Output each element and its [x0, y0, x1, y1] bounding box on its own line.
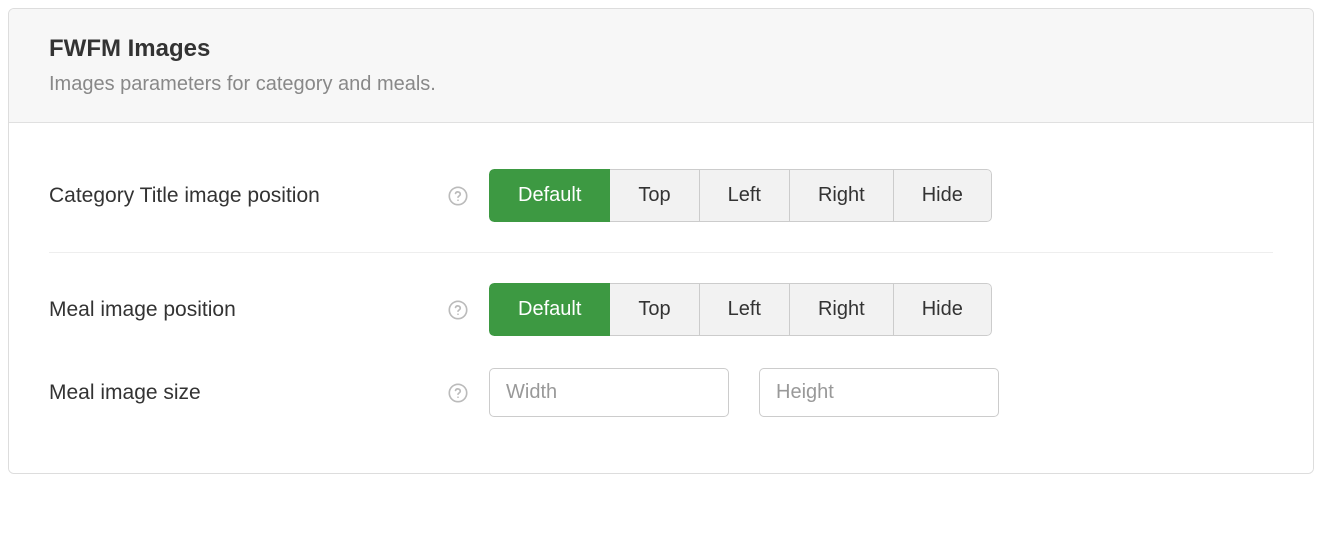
option-left[interactable]: Left: [699, 283, 790, 336]
option-left[interactable]: Left: [699, 169, 790, 222]
label-col: Meal image size: [49, 381, 489, 405]
control-col: [489, 368, 1273, 417]
row-meal-image-size: Meal image size: [49, 352, 1273, 433]
label-col: Meal image position: [49, 298, 489, 322]
row-meal-image-position: Meal image position Default Top Left Rig…: [49, 267, 1273, 352]
label-meal-image-size: Meal image size: [49, 381, 201, 405]
help-icon[interactable]: [447, 299, 469, 321]
height-input[interactable]: [759, 368, 999, 417]
label-meal-image-pos: Meal image position: [49, 298, 236, 322]
panel-subtitle: Images parameters for category and meals…: [49, 73, 1273, 96]
panel-body: Category Title image position Default To…: [9, 123, 1313, 473]
option-top[interactable]: Top: [609, 169, 699, 222]
width-input[interactable]: [489, 368, 729, 417]
help-icon[interactable]: [447, 185, 469, 207]
label-category-title-pos: Category Title image position: [49, 184, 320, 208]
option-hide[interactable]: Hide: [893, 283, 992, 336]
option-default[interactable]: Default: [489, 169, 610, 222]
option-hide[interactable]: Hide: [893, 169, 992, 222]
option-right[interactable]: Right: [789, 169, 894, 222]
meal-image-pos-group: Default Top Left Right Hide: [489, 283, 992, 336]
label-col: Category Title image position: [49, 184, 489, 208]
option-right[interactable]: Right: [789, 283, 894, 336]
row-category-title-image-position: Category Title image position Default To…: [49, 153, 1273, 238]
category-title-pos-group: Default Top Left Right Hide: [489, 169, 992, 222]
panel-header: FWFM Images Images parameters for catego…: [9, 9, 1313, 123]
option-top[interactable]: Top: [609, 283, 699, 336]
fwfm-images-panel: FWFM Images Images parameters for catego…: [8, 8, 1314, 474]
control-col: Default Top Left Right Hide: [489, 169, 1273, 222]
divider: [49, 252, 1273, 253]
option-default[interactable]: Default: [489, 283, 610, 336]
panel-title: FWFM Images: [49, 35, 1273, 63]
control-col: Default Top Left Right Hide: [489, 283, 1273, 336]
help-icon[interactable]: [447, 382, 469, 404]
